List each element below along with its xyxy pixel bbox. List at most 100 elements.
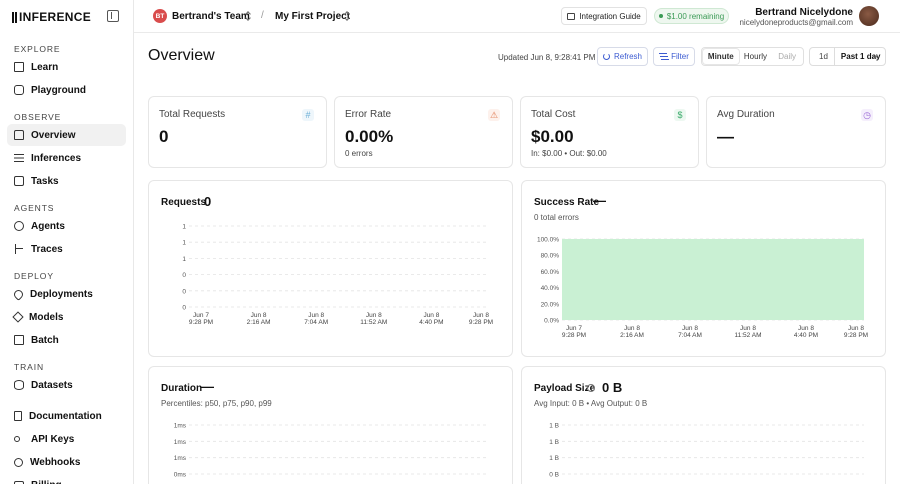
sidebar-item-inferences[interactable]: Inferences [7,147,126,169]
stat-label: Total Requests [159,109,226,120]
sidebar-item-api-keys[interactable]: API Keys [7,428,126,450]
stat-value: 0 [159,127,169,146]
page-title: Overview [148,47,215,64]
team-chevron-icon[interactable] [245,11,251,21]
x-tick-label: 2:16 AM [620,332,644,339]
y-tick-label: 1 [182,256,186,263]
document-icon [14,411,22,421]
user-email: nicelydoneproducts@gmail.com [739,18,853,27]
key-icon [14,436,20,442]
stat-card-total-cost: Total Cost $ $0.00 In: $0.00 • Out: $0.0… [520,96,699,168]
sidebar-item-documentation[interactable]: Documentation [7,405,126,427]
avatar[interactable] [859,6,879,26]
granularity-hourly[interactable]: Hourly [739,49,773,64]
y-tick-label: 0 [182,288,186,295]
duration-chart: 1ms 1ms 1ms 0ms [174,423,489,479]
y-tick-label: 1ms [174,423,187,430]
sidebar-item-label: Agents [31,220,65,232]
x-tick-label: 4:40 PM [419,319,443,326]
stat-sub: 0 errors [345,149,373,158]
granularity-daily[interactable]: Daily [772,49,802,64]
sidebar-section-title: EXPLORE [14,44,61,54]
sidebar-item-deployments[interactable]: Deployments [7,283,126,305]
y-tick-label: 100.0% [537,237,559,244]
sidebar-item-label: API Keys [31,433,75,445]
sidebar-item-overview[interactable]: Overview [7,124,126,146]
agent-icon [14,221,24,231]
sidebar-item-label: Traces [31,243,63,255]
success-rate-chart-card: Success Rate — 0 total errors 100.0% 80.0… [521,180,886,357]
credit-badge[interactable]: $1.00 remaining [654,8,729,24]
y-tick-label: 80.0% [541,253,560,260]
sidebar-item-label: Models [29,311,64,323]
refresh-label: Refresh [613,52,642,61]
sidebar-item-models[interactable]: Models [7,306,126,328]
team-avatar[interactable]: BT [153,9,167,23]
sidebar-item-label: Tasks [31,175,59,187]
time-range-select[interactable]: 1d Past 1 day [809,47,886,66]
playground-icon [14,85,24,95]
integration-guide-button[interactable]: Integration Guide [561,7,647,25]
project-chevron-icon[interactable] [344,11,350,21]
y-tick-label: 1 B [549,423,559,430]
x-tick-label: 7:04 AM [678,332,702,339]
sidebar-item-datasets[interactable]: Datasets [7,374,126,396]
sidebar-item-webhooks[interactable]: Webhooks [7,451,126,473]
sidebar-item-learn[interactable]: Learn [7,56,126,78]
x-tick-label: Jun 8 [473,312,489,319]
x-tick-label: Jun 8 [251,312,267,319]
warning-icon: ⚠ [488,109,500,121]
sidebar-item-label: Deployments [30,288,93,300]
sidebar-item-tasks[interactable]: Tasks [7,170,126,192]
project-switcher[interactable]: My First Project [275,11,350,22]
stat-card-avg-duration: Avg Duration ◷ — [706,96,886,168]
stat-value: — [717,127,734,146]
x-tick-label: Jun 8 [366,312,382,319]
filter-button[interactable]: Filter [653,47,695,66]
stack-icon [14,335,24,345]
sidebar-item-traces[interactable]: Traces [7,238,126,260]
sidebar-item-label: Webhooks [30,456,81,468]
granularity-toggle: Minute Hourly Daily [701,47,804,66]
stat-sub: In: $0.00 • Out: $0.00 [531,149,607,158]
stat-label: Error Rate [345,109,392,120]
stat-value: $0.00 [531,127,574,146]
refresh-icon [602,53,610,60]
x-tick-label: 9:28 PM [189,319,213,326]
sidebar: INFERENCE EXPLORE Learn Playground OBSERVE O… [0,0,134,484]
x-tick-label: 4:40 PM [794,332,818,339]
granularity-minute[interactable]: Minute [703,49,739,64]
list-icon [14,153,24,163]
requests-chart-card: Requests 0 1 1 1 0 0 0 Jun 7 9:28 PM Jun 8 2:16 A… [148,180,513,357]
filter-label: Filter [671,52,689,61]
y-tick-label: 1 B [549,455,559,462]
stat-value: 0.00% [345,127,394,146]
y-tick-label: 0.0% [544,318,559,325]
brand-logo[interactable]: INFERENCE [12,10,91,24]
sidebar-item-batch[interactable]: Batch [7,329,126,351]
x-tick-label: Jun 8 [624,325,640,332]
x-tick-label: 9:28 PM [469,319,493,326]
stat-label: Total Cost [531,109,576,120]
y-tick-label: 0 B [549,472,559,479]
sidebar-item-agents[interactable]: Agents [7,215,126,237]
y-tick-label: 1 [182,224,186,231]
x-tick-label: Jun 7 [566,325,582,332]
y-tick-label: 20.0% [541,301,560,308]
sidebar-collapse-icon[interactable] [107,10,119,22]
x-tick-label: 2:16 AM [247,319,271,326]
trace-icon [14,244,24,254]
y-tick-label: 1 [182,240,186,247]
requests-chart: 111000Jun 79:28 PMJun 82:16 AMJun 87:04 … [182,224,493,327]
sidebar-item-billing[interactable]: Billing [7,474,126,484]
sidebar-item-label: Playground [31,84,87,96]
x-tick-label: 11:52 AM [360,319,387,326]
team-switcher[interactable]: Bertrand's Team [172,11,250,22]
logo-mark-icon [12,11,17,23]
payload-size-chart: 1 B 1 B 1 B 0 B [549,423,864,479]
sidebar-item-playground[interactable]: Playground [7,79,126,101]
sidebar-item-label: Batch [31,334,59,346]
x-tick-label: Jun 8 [423,312,439,319]
sidebar-section-title: OBSERVE [14,112,62,122]
refresh-button[interactable]: Refresh [597,47,648,66]
